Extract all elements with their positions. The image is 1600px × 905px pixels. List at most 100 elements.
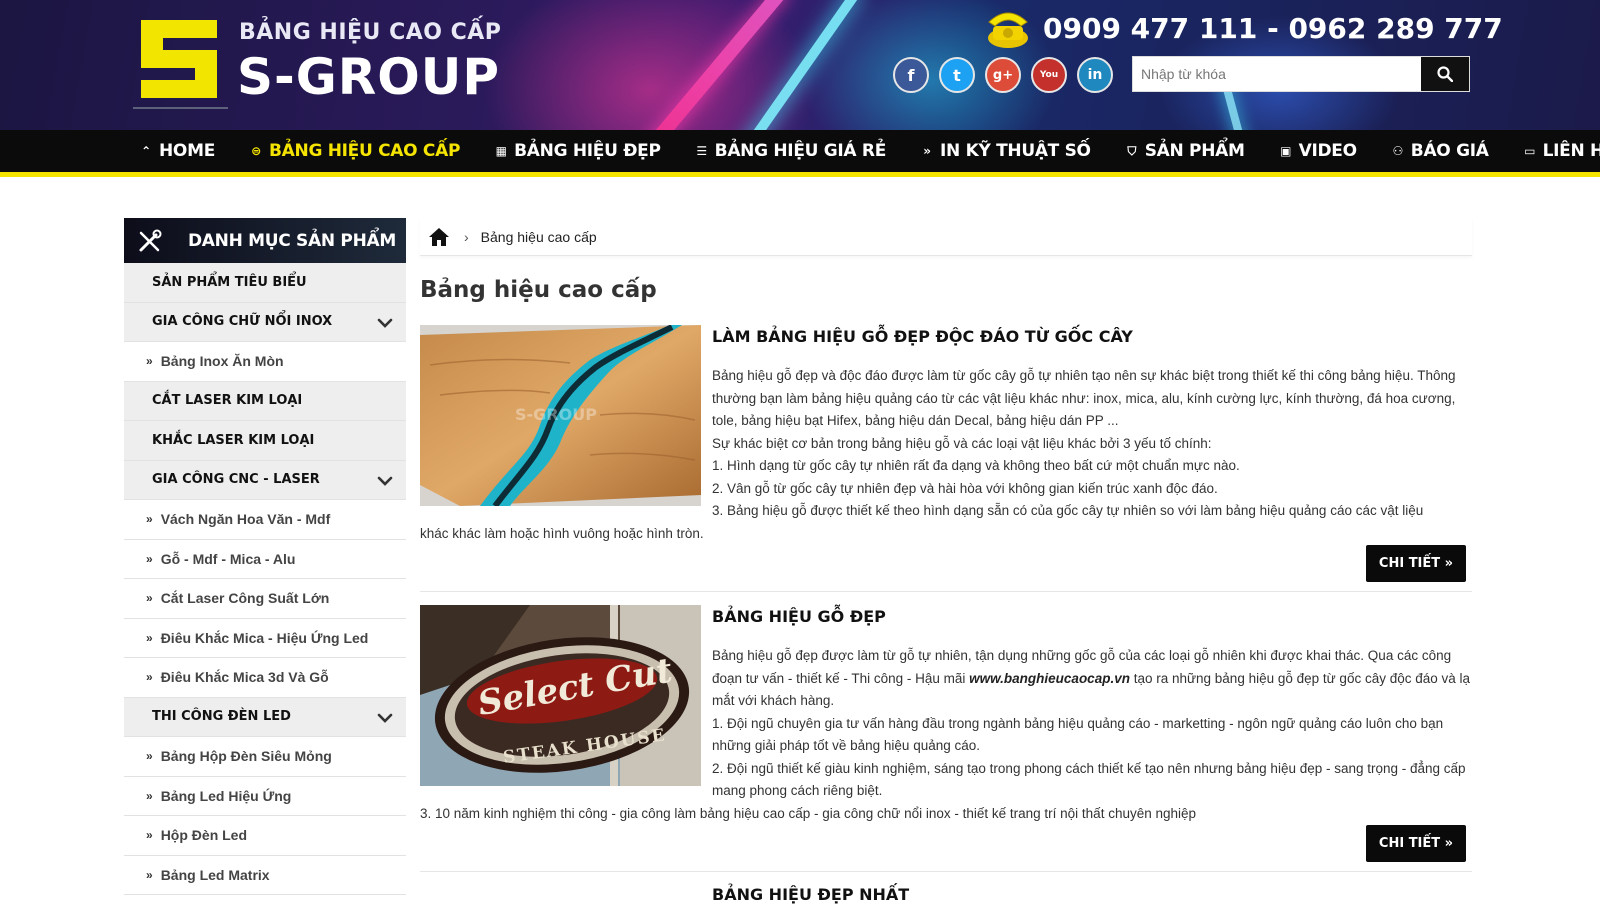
sidebar-category[interactable]: GIA CÔNG CHỮ NỔI INOX (124, 302, 406, 342)
nav-item-bao-gia[interactable]: ⚇ BÁO GIÁ (1390, 141, 1489, 161)
users-icon: ⚇ (1392, 144, 1404, 158)
sidebar-item-label: KHẮC LASER KIM LOẠI (152, 432, 315, 448)
article-excerpt: Bảng hiệu gỗ đẹp và độc đáo được làm từ … (420, 365, 1472, 545)
breadcrumb-current: Bảng hiệu cao cấp (480, 228, 597, 245)
sidebar-category[interactable]: GIA CÔNG CNC - LASER (124, 460, 406, 500)
sidebar-item-label: Bảng Hộp Đèn Siêu Mỏng (160, 748, 332, 765)
category-sidebar: DANH MỤC SẢN PHẨM SẢN PHẨM TIÊU BIỂU GIA … (124, 218, 406, 895)
double-chevron-right-icon: » (146, 828, 153, 843)
article-paragraph: 3. Bảng hiệu gỗ được thiết kế theo hình … (712, 503, 1424, 518)
detail-button[interactable]: CHI TIẾT » (1366, 825, 1466, 862)
main-nav: ⌃ HOME ⊜ BẢNG HIỆU CAO CẤP ▦ BẢNG HIỆU ĐẸP … (0, 130, 1600, 177)
logo-tagline: BẢNG HIỆU CAO CẤP (239, 20, 502, 45)
phone-numbers: 0909 477 111 - 0962 289 777 (1043, 11, 1503, 45)
chevron-up-icon: ⌃ (141, 144, 151, 158)
hotline[interactable]: 0909 477 111 - 0962 289 777 (985, 4, 1503, 52)
chevron-down-icon[interactable] (376, 472, 394, 490)
youtube-icon: ▣ (1280, 144, 1292, 158)
double-chevron-right-icon: » (146, 591, 153, 606)
sidebar-category[interactable]: CẮT LASER KIM LOẠI (124, 381, 406, 421)
sidebar-list: SẢN PHẨM TIÊU BIỂU GIA CÔNG CHỮ NỔI INOX »… (124, 263, 406, 895)
sidebar-item-label: Bảng Led Matrix (160, 866, 270, 883)
sidebar-item-label: Cắt Laser Công Suất Lớn (160, 590, 330, 607)
sidebar-subitem[interactable]: » Vách Ngăn Hoa Văn - Mdf (124, 500, 406, 540)
article-paragraph: Bảng hiệu gỗ đẹp và độc đáo được làm từ … (712, 368, 1456, 428)
double-chevron-right-icon: » (146, 512, 153, 527)
double-chevron-right-icon: » (923, 144, 931, 158)
linkedin-icon[interactable]: in (1077, 57, 1113, 93)
nav-item-home[interactable]: ⌃ HOME (138, 141, 215, 161)
nav-label: BẢNG HIỆU GIÁ RẺ (714, 141, 887, 161)
sidebar-category[interactable]: THI CÔNG ĐÈN LED (124, 697, 406, 737)
double-chevron-right-icon: » (146, 670, 153, 685)
facebook-icon[interactable]: f (893, 57, 929, 93)
social-links: f t g+ You in (893, 57, 1123, 93)
nav-label: SẢN PHẨM (1144, 141, 1245, 161)
article-title[interactable]: BẢNG HIỆU ĐẸP NHẤT (712, 885, 909, 904)
tools-icon (128, 218, 172, 263)
article-title[interactable]: LÀM BẢNG HIỆU GỖ ĐẸP ĐỘC ĐÁO TỪ GỐC CÂY (712, 327, 1133, 346)
sidebar-item-label: Gỗ - Mdf - Mica - Alu (160, 550, 296, 567)
double-chevron-right-icon: » (146, 551, 153, 566)
website-link[interactable]: www.banghieucaocap.vn (969, 671, 1130, 686)
phone-icon (988, 12, 1028, 48)
sidebar-subitem[interactable]: » Bảng Led Hiệu Ứng (124, 776, 406, 816)
article-paragraph: 1. Hình dạng từ gốc cây tự nhiên rất đa … (712, 458, 1240, 473)
breadcrumb: › Bảng hiệu cao cấp (420, 218, 1472, 256)
sidebar-subitem[interactable]: » Bảng Hộp Đèn Siêu Mỏng (124, 737, 406, 777)
sidebar-subitem[interactable]: » Điêu Khắc Mica 3d Và Gỗ (124, 658, 406, 698)
sidebar-subitem[interactable]: » Điêu Khắc Mica - Hiệu Ứng Led (124, 618, 406, 658)
nav-label: BẢNG HIỆU CAO CẤP (269, 141, 461, 161)
sidebar-category[interactable]: SẢN PHẨM TIÊU BIỂU (124, 263, 406, 303)
nav-item-video[interactable]: ▣ VIDEO (1278, 141, 1357, 161)
sidebar-item-label: Điêu Khắc Mica 3d Và Gỗ (160, 669, 329, 686)
sidebar-item-label: SẢN PHẨM TIÊU BIỂU (152, 274, 307, 290)
list-icon: ☰ (696, 144, 707, 158)
nav-item-bang-hieu-gia-re[interactable]: ☰ BẢNG HIỆU GIÁ RẺ (694, 141, 886, 161)
search-button[interactable] (1421, 57, 1469, 91)
article-paragraph: 1. Đội ngũ chuyên gia tư vấn hàng đầu tr… (712, 715, 1444, 754)
article-paragraph: Bảng hiệu gỗ đẹp được làm từ gỗ tự nhiên… (420, 645, 1472, 713)
logo-underline (133, 107, 228, 109)
article-paragraph: 2. Đội ngũ thiết kế giàu kinh nghiệm, sá… (712, 760, 1466, 799)
nav-item-in-ky-thuat-so[interactable]: » IN KỸ THUẬT SỐ (919, 141, 1091, 161)
nav-item-lien-he[interactable]: ▭ LIÊN HỆ (1522, 141, 1600, 161)
bars-circle-icon: ⊜ (251, 144, 261, 158)
article-paragraph: Sự khác biệt cơ bản trong bảng hiệu gỗ v… (712, 435, 1212, 451)
sidebar-item-label: THI CÔNG ĐÈN LED (152, 709, 291, 725)
home-icon[interactable] (428, 227, 450, 247)
sidebar-item-label: Vách Ngăn Hoa Văn - Mdf (160, 511, 331, 528)
nav-label: IN KỸ THUẬT SỐ (940, 141, 1091, 161)
nav-label: HOME (159, 141, 216, 161)
article-paragraph: 2. Vân gỗ từ gốc cây tự nhiên đẹp và hài… (712, 480, 1218, 496)
twitter-icon[interactable]: t (939, 57, 975, 93)
sidebar-subitem[interactable]: » Cắt Laser Công Suất Lớn (124, 579, 406, 619)
sidebar-subitem[interactable]: » Bảng Led Matrix (124, 855, 406, 895)
sidebar-subitem[interactable]: » Hộp Đèn Led (124, 816, 406, 856)
sidebar-title: DANH MỤC SẢN PHẨM (188, 230, 396, 251)
google-plus-icon[interactable]: g+ (985, 57, 1021, 93)
nav-label: VIDEO (1298, 141, 1357, 161)
money-icon: ▭ (1524, 144, 1536, 158)
sidebar-item-label: Bảng Led Hiệu Ứng (160, 787, 292, 804)
double-chevron-right-icon: » (146, 354, 153, 369)
youtube-icon[interactable]: You (1031, 57, 1067, 93)
chevron-down-icon[interactable] (376, 314, 394, 332)
chevron-down-icon[interactable] (376, 709, 394, 727)
detail-button[interactable]: CHI TIẾT » (1366, 545, 1466, 582)
nav-item-bang-hieu-cao-cap[interactable]: ⊜ BẢNG HIỆU CAO CẤP (248, 141, 460, 161)
sidebar-item-label: CẮT LASER KIM LOẠI (152, 393, 303, 409)
breadcrumb-separator: › (464, 228, 469, 245)
search-input[interactable] (1133, 57, 1421, 91)
site-logo[interactable]: BẢNG HIỆU CAO CẤP S-GROUP (133, 10, 503, 110)
sidebar-category[interactable]: KHẮC LASER KIM LOẠI (124, 421, 406, 461)
nav-item-bang-hieu-dep[interactable]: ▦ BẢNG HIỆU ĐẸP (493, 141, 661, 161)
sidebar-item-label: Hộp Đèn Led (160, 827, 248, 844)
sidebar-subitem[interactable]: » Gỗ - Mdf - Mica - Alu (124, 539, 406, 579)
article-title[interactable]: BẢNG HIỆU GỖ ĐẸP (712, 607, 886, 626)
sidebar-subitem[interactable]: » Bảng Inox Ăn Mòn (124, 342, 406, 382)
article-card: BẢNG HIỆU ĐẸP NHẤT (420, 885, 1472, 905)
nav-item-san-pham[interactable]: ⛉ SẢN PHẨM (1124, 141, 1245, 161)
search-box (1132, 56, 1470, 92)
article-paragraph: khác khác làm hoặc hình vuông hoặc hình … (420, 525, 704, 541)
